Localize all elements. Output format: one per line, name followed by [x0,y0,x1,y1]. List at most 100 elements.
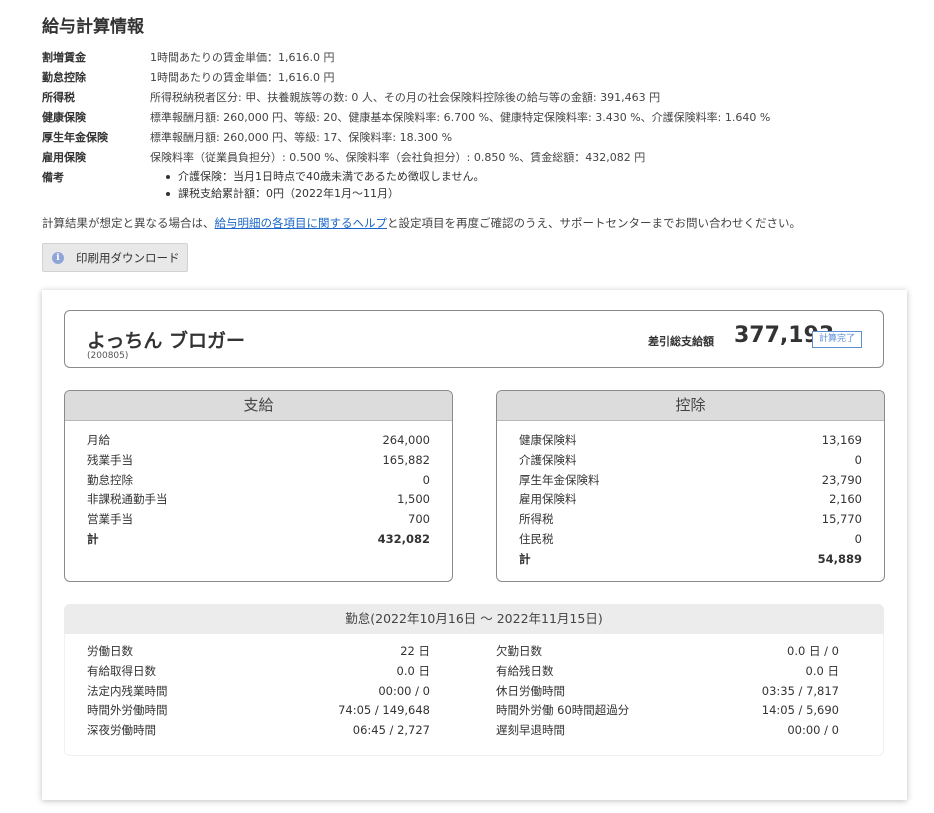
info-icon: i [52,251,64,264]
net-pay-label: 差引総支給額 [648,335,714,348]
payment-total-label: 計 [87,531,99,546]
deduction-value: 15,770 [821,512,862,527]
attendance-label: 労働日数 [87,644,133,658]
deduction-row: 住民税 0 [519,530,862,550]
payment-total-row: 計 432,082 [87,530,430,550]
payslip-header: よっちん ブロガー (200805) 差引総支給額 377,193 計算完了 [64,310,884,368]
attendance-value: 0.0 日 [805,663,839,678]
deduction-label: 健康保険料 [519,433,577,447]
payment-value: 700 [408,512,430,527]
deduction-value: 2,160 [829,492,862,507]
attendance-title: 勤怠(2022年10月16日 〜 2022年11月15日) [64,604,884,634]
deduction-value: 13,169 [821,433,862,447]
attendance-value: 03:35 / 7,817 [761,683,839,698]
note-item: 介護保険：当月1日時点で40歳未満であるため徴収しません。 [164,168,485,185]
status-badge: 計算完了 [812,331,862,348]
info-key: 所得税 [42,91,75,104]
employee-id: (200805) [87,351,129,361]
payment-label: 残業手当 [87,452,133,467]
attendance-value: 06:45 / 2,727 [352,723,430,738]
deduction-row: 厚生年金保険料 23,790 [519,471,862,491]
payment-value: 1,500 [397,492,430,507]
payment-label: 営業手当 [87,512,133,527]
payment-row: 月給 264,000 [87,431,430,451]
deduction-label: 所得税 [519,512,554,527]
info-value: 所得税納税者区分: 甲、扶養親族等の数: 0 人、その月の社会保険料控除後の給与… [150,91,661,104]
info-row-overtime-wage: 割増賃金 1時間あたりの賃金単価：1,616.0 円 [42,48,902,68]
print-download-button[interactable]: i 印刷用ダウンロード [42,243,188,272]
payment-value: 165,882 [382,452,430,467]
info-key: 勤怠控除 [42,71,86,84]
attendance-row: 有給残日数 0.0 日 [496,662,839,682]
attendance-row: 時間外労働時間 74:05 / 149,648 [87,701,430,721]
info-value: 標準報酬月額: 260,000 円、等級: 17、保険料率: 18.300 % [150,131,453,144]
help-text-before: 計算結果が想定と異なる場合は、 [42,216,215,230]
deduction-row: 所得税 15,770 [519,510,862,530]
info-row-pension: 厚生年金保険 標準報酬月額: 260,000 円、等級: 17、保険料率: 18… [42,128,902,148]
note-item: 課税支給累計額：0円（2022年1月〜11月） [164,185,485,202]
attendance-row: 深夜労働時間 06:45 / 2,727 [87,721,430,741]
attendance-label: 有給残日数 [496,663,554,678]
info-value: 1時間あたりの賃金単価：1,616.0 円 [150,51,335,64]
attendance-value: 0.0 日 [396,663,430,678]
employee-name: よっちん ブロガー [87,330,246,352]
deduction-label: 厚生年金保険料 [519,472,600,487]
deductions-title: 控除 [497,391,884,421]
attendance-row: 時間外労働 60時間超過分 14:05 / 5,690 [496,701,839,721]
deduction-total-value: 54,889 [817,551,862,566]
help-link[interactable]: 給与明細の各項目に関するヘルプ [215,216,388,230]
attendance-label: 深夜労働時間 [87,723,156,738]
page-title: 給与計算情報 [42,17,144,37]
attendance-label: 時間外労働時間 [87,703,168,718]
info-key: 雇用保険 [42,151,86,164]
attendance-row: 遅刻早退時間 00:00 / 0 [496,721,839,741]
attendance-row: 欠勤日数 0.0 日 / 0 [496,642,839,662]
payment-row: 営業手当 700 [87,510,430,530]
payment-row: 非課税通勤手当 1,500 [87,490,430,510]
deduction-total-label: 計 [519,551,531,566]
attendance-row: 労働日数 22 日 [87,642,430,662]
payment-value: 0 [422,472,430,487]
info-row-health-insurance: 健康保険 標準報酬月額: 260,000 円、等級: 20、健康基本保険料率: … [42,108,902,128]
attendance-value: 00:00 / 0 [787,723,839,738]
info-value: 標準報酬月額: 260,000 円、等級: 20、健康基本保険料率: 6.700… [150,111,771,124]
info-key: 健康保険 [42,111,86,124]
deduction-value: 0 [854,452,862,467]
payment-row: 勤怠控除 0 [87,471,430,491]
payment-label: 勤怠控除 [87,472,133,487]
deductions-card: 控除 健康保険料 13,169 介護保険料 0 厚生年金保険料 23,790 雇用保険… [496,390,885,582]
payments-title: 支給 [65,391,452,421]
attendance-label: 休日労働時間 [496,683,565,698]
calculation-info-table: 割増賃金 1時間あたりの賃金単価：1,616.0 円 勤怠控除 1時間あたりの賃… [42,48,902,202]
info-row-notes: 備考 介護保険：当月1日時点で40歳未満であるため徴収しません。 課税支給累計額… [42,168,902,202]
payment-label: 月給 [87,433,110,447]
attendance-label: 有給取得日数 [87,663,156,678]
deduction-value: 0 [854,531,862,546]
attendance-value: 14:05 / 5,690 [761,703,839,718]
deduction-value: 23,790 [821,472,862,487]
payslip-preview: よっちん ブロガー (200805) 差引総支給額 377,193 計算完了 支… [42,290,907,800]
deduction-row: 介護保険料 0 [519,451,862,471]
attendance-label: 法定内残業時間 [87,683,168,698]
info-key: 割増賃金 [42,51,86,64]
info-value: 1時間あたりの賃金単価：1,616.0 円 [150,71,335,84]
payment-row: 残業手当 165,882 [87,451,430,471]
attendance-card: 勤怠(2022年10月16日 〜 2022年11月15日) 労働日数 22 日 有… [64,604,884,756]
info-row-employment-insurance: 雇用保険 保険料率（従業員負担分）: 0.500 %、保険料率（会社負担分）: … [42,148,902,168]
deduction-total-row: 計 54,889 [519,550,862,570]
print-download-label: 印刷用ダウンロード [76,250,180,265]
info-value: 保険料率（従業員負担分）: 0.500 %、保険料率（会社負担分）: 0.850… [150,151,646,164]
deduction-label: 住民税 [519,531,554,546]
attendance-row: 有給取得日数 0.0 日 [87,662,430,682]
attendance-label: 欠勤日数 [496,644,542,658]
payment-total-value: 432,082 [377,531,430,546]
attendance-row: 休日労働時間 03:35 / 7,817 [496,682,839,702]
attendance-label: 時間外労働 60時間超過分 [496,703,630,718]
deduction-label: 介護保険料 [519,452,577,467]
attendance-value: 22 日 [400,644,430,658]
help-message: 計算結果が想定と異なる場合は、給与明細の各項目に関するヘルプと設定項目を再度ご確… [42,215,801,231]
info-key: 備考 [42,171,64,184]
attendance-value: 0.0 日 / 0 [787,644,839,658]
payment-label: 非課税通勤手当 [87,492,168,507]
attendance-row: 法定内残業時間 00:00 / 0 [87,682,430,702]
